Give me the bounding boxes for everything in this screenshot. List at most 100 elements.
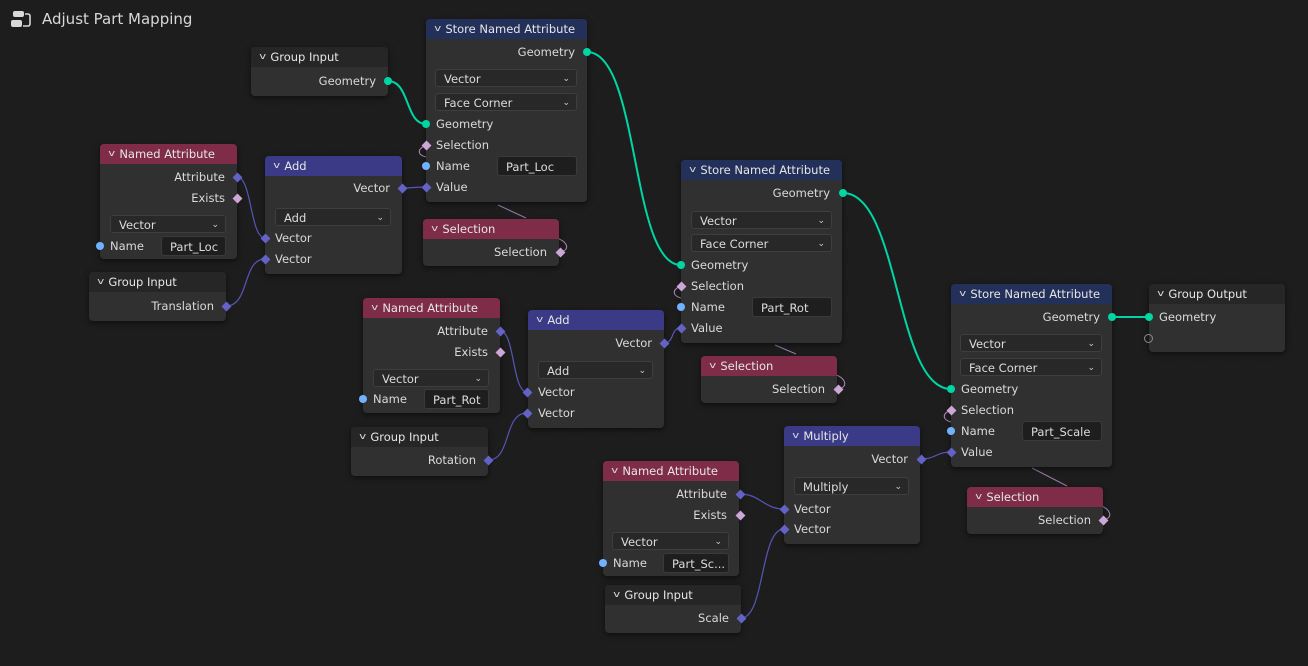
link-geo-1 — [387, 80, 427, 125]
named-attribute-node[interactable]: v Named Attribute Attribute Exists Vector… — [363, 298, 500, 413]
group-output-node[interactable]: v Group Output Geometry — [1149, 284, 1285, 352]
data-type-dropdown[interactable]: Vector ⌄ — [612, 532, 729, 550]
geometry-output-socket[interactable] — [583, 48, 591, 56]
store-named-attribute-node[interactable]: v Store Named Attribute Geometry Vector ⌄ … — [426, 19, 587, 202]
geometry-output-socket[interactable] — [384, 77, 392, 85]
node-header[interactable]: v Group Output — [1149, 284, 1285, 304]
node-title: Group Input — [108, 275, 177, 289]
group-input-node[interactable]: v Group Input Translation — [89, 272, 226, 321]
operation-dropdown[interactable]: Add ⌄ — [275, 208, 391, 226]
string-input-socket[interactable] — [96, 242, 104, 250]
string-input-socket[interactable] — [677, 303, 685, 311]
socket-label: Selection — [436, 138, 489, 152]
node-header[interactable]: v Group Input — [605, 585, 741, 605]
name-field[interactable]: Part_Rot — [424, 389, 489, 409]
string-input-socket[interactable] — [422, 162, 430, 170]
node-title: Multiply — [803, 429, 849, 443]
data-type-dropdown[interactable]: Vector ⌄ — [960, 334, 1102, 352]
group-input-node[interactable]: v Group Input Geometry — [251, 47, 388, 96]
node-header[interactable]: v Selection — [701, 356, 837, 376]
collapse-chevron-icon[interactable]: v — [792, 426, 799, 446]
store-named-attribute-node[interactable]: v Store Named Attribute Geometry Vector ⌄ … — [681, 160, 842, 343]
node-header[interactable]: v Named Attribute — [363, 298, 500, 318]
node-header[interactable]: v Selection — [423, 219, 559, 239]
collapse-chevron-icon[interactable]: v — [613, 585, 620, 605]
selection-node[interactable]: v Selection Selection — [701, 356, 837, 403]
collapse-chevron-icon[interactable]: v — [273, 156, 280, 176]
group-input-node[interactable]: v Group Input Rotation — [351, 427, 488, 476]
operation-dropdown[interactable]: Add ⌄ — [538, 361, 653, 379]
collapse-chevron-icon[interactable]: v — [97, 272, 104, 292]
collapse-chevron-icon[interactable]: v — [431, 219, 438, 239]
named-attribute-node[interactable]: v Named Attribute Attribute Exists Vector… — [603, 461, 739, 576]
node-header[interactable]: v Group Input — [351, 427, 488, 447]
node-title: Store Named Attribute — [445, 22, 576, 36]
data-type-dropdown[interactable]: Vector ⌄ — [435, 69, 577, 87]
dropdown-value: Multiply — [803, 480, 849, 494]
named-attribute-node[interactable]: v Named Attribute Attribute Exists Vector… — [100, 144, 237, 259]
socket-label: Attribute — [676, 487, 727, 501]
node-header[interactable]: v Add — [265, 156, 402, 176]
geometry-input-socket[interactable] — [422, 120, 430, 128]
domain-dropdown[interactable]: Face Corner ⌄ — [960, 358, 1102, 376]
selection-node[interactable]: v Selection Selection — [423, 219, 559, 266]
geometry-output-socket[interactable] — [1108, 313, 1116, 321]
collapse-chevron-icon[interactable]: v — [975, 487, 982, 507]
name-field[interactable]: Part_Scale — [1022, 421, 1102, 441]
data-type-dropdown[interactable]: Vector ⌄ — [110, 215, 226, 233]
node-header[interactable]: v Named Attribute — [603, 461, 739, 481]
geometry-input-socket[interactable] — [677, 261, 685, 269]
collapse-chevron-icon[interactable]: v — [371, 298, 378, 318]
name-field[interactable]: Part_Rot — [752, 297, 832, 317]
socket-label: Value — [691, 321, 723, 335]
geometry-output-socket[interactable] — [839, 189, 847, 197]
geometry-input-socket[interactable] — [1145, 313, 1153, 321]
node-tree-title: Adjust Part Mapping — [42, 10, 193, 28]
string-input-socket[interactable] — [599, 559, 607, 567]
collapse-chevron-icon[interactable]: v — [434, 19, 441, 39]
collapse-chevron-icon[interactable]: v — [689, 160, 696, 180]
node-header[interactable]: v Named Attribute — [100, 144, 237, 164]
vector-math-add-node[interactable]: v Add Vector Add ⌄ Vector Vector — [528, 310, 664, 428]
string-input-socket[interactable] — [947, 427, 955, 435]
empty-input-socket[interactable] — [1144, 334, 1153, 343]
domain-dropdown[interactable]: Face Corner ⌄ — [691, 234, 832, 252]
collapse-chevron-icon[interactable]: v — [1157, 284, 1164, 304]
chevron-down-icon: ⌄ — [894, 482, 902, 492]
socket-label: Selection — [772, 382, 825, 396]
node-header[interactable]: v Store Named Attribute — [426, 19, 587, 39]
collapse-chevron-icon[interactable]: v — [259, 47, 266, 67]
data-type-dropdown[interactable]: Vector ⌄ — [373, 369, 489, 387]
name-field[interactable]: Part_Loc — [497, 156, 577, 176]
collapse-chevron-icon[interactable]: v — [359, 427, 366, 447]
domain-dropdown[interactable]: Face Corner ⌄ — [435, 93, 577, 111]
node-header[interactable]: v Store Named Attribute — [681, 160, 842, 180]
link-vec-4 — [499, 330, 528, 393]
socket-label: Translation — [151, 299, 214, 313]
collapse-chevron-icon[interactable]: v — [959, 284, 966, 304]
node-header[interactable]: v Add — [528, 310, 664, 330]
geometry-input-socket[interactable] — [947, 385, 955, 393]
store-named-attribute-node[interactable]: v Store Named Attribute Geometry Vector ⌄ … — [951, 284, 1112, 467]
node-header[interactable]: v Group Input — [251, 47, 388, 67]
name-field[interactable]: Part_Loc — [161, 236, 226, 256]
vector-math-add-node[interactable]: v Add Vector Add ⌄ Vector Vector — [265, 156, 402, 274]
string-input-socket[interactable] — [359, 395, 367, 403]
selection-node[interactable]: v Selection Selection — [967, 487, 1103, 534]
node-title: Named Attribute — [622, 464, 718, 478]
chevron-down-icon: ⌄ — [562, 74, 570, 84]
group-input-node[interactable]: v Group Input Scale — [605, 585, 741, 633]
operation-dropdown[interactable]: Multiply ⌄ — [794, 477, 909, 495]
chevron-down-icon: ⌄ — [817, 239, 825, 249]
data-type-dropdown[interactable]: Vector ⌄ — [691, 211, 832, 229]
collapse-chevron-icon[interactable]: v — [611, 461, 618, 481]
collapse-chevron-icon[interactable]: v — [108, 144, 115, 164]
node-header[interactable]: v Store Named Attribute — [951, 284, 1112, 304]
node-header[interactable]: v Selection — [967, 487, 1103, 507]
name-field[interactable]: Part_Sc... — [663, 553, 729, 573]
vector-math-multiply-node[interactable]: v Multiply Vector Multiply ⌄ Vector Vector — [784, 426, 920, 544]
collapse-chevron-icon[interactable]: v — [536, 310, 543, 330]
node-header[interactable]: v Group Input — [89, 272, 226, 292]
collapse-chevron-icon[interactable]: v — [709, 356, 716, 376]
node-header[interactable]: v Multiply — [784, 426, 920, 446]
